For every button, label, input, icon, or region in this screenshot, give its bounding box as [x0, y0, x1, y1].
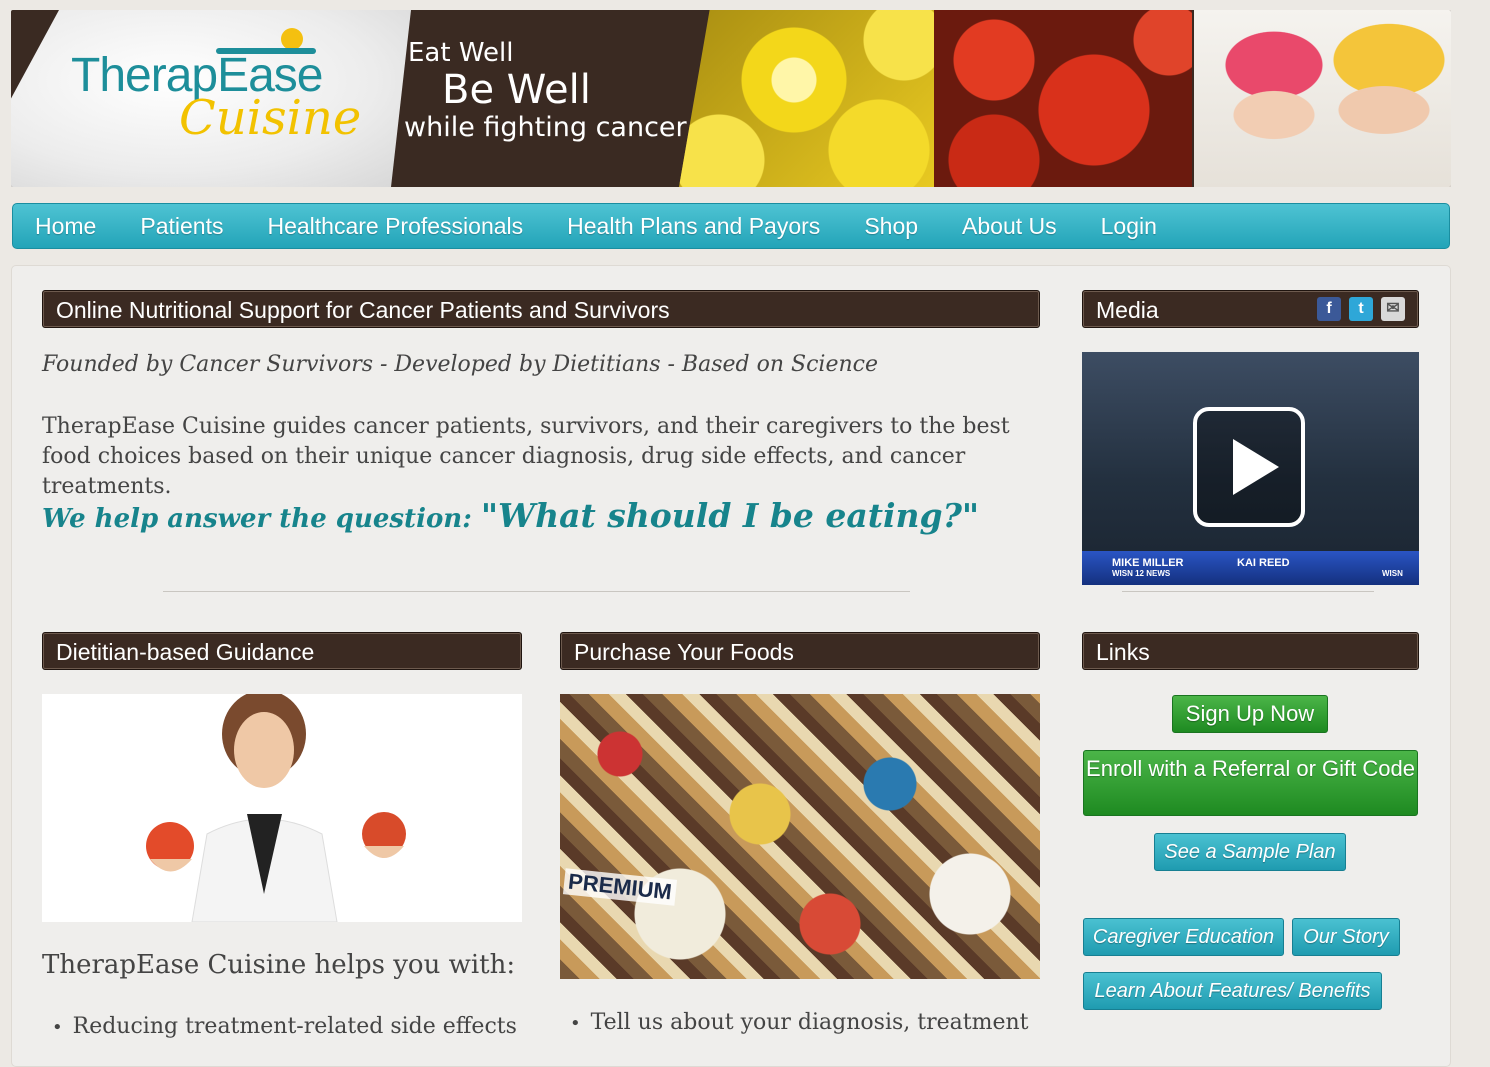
- enroll-button[interactable]: Enroll with a Referral or Gift Code: [1083, 750, 1418, 816]
- features-benefits-button[interactable]: Learn About Features/ Benefits: [1083, 972, 1382, 1010]
- video-logo: WISN: [1382, 569, 1403, 578]
- nav-health-plans[interactable]: Health Plans and Payors: [567, 213, 820, 240]
- dietitian-photo: [42, 694, 522, 922]
- video-lower-third: MIKE MILLER KAI REED WISN 12 NEWS WISN: [1082, 551, 1419, 585]
- lemons-image: [679, 10, 934, 187]
- media-divider: [1122, 591, 1374, 592]
- tagline-fighting: while fighting cancer: [404, 112, 687, 143]
- email-icon[interactable]: ✉: [1381, 297, 1405, 321]
- nav-login[interactable]: Login: [1101, 213, 1157, 240]
- tagline-be-well: Be Well: [442, 67, 591, 113]
- nav-about-us[interactable]: About Us: [962, 213, 1057, 240]
- question-main: "What should I be eating?": [480, 496, 980, 535]
- nav-patients[interactable]: Patients: [140, 213, 223, 240]
- guidance-heading: Dietitian-based Guidance: [42, 632, 522, 670]
- sample-plan-button[interactable]: See a Sample Plan: [1154, 833, 1346, 871]
- purchase-heading: Purchase Your Foods: [560, 632, 1040, 670]
- video-name-1: MIKE MILLER: [1112, 557, 1184, 569]
- logo-swoosh: [216, 48, 316, 54]
- guidance-bullet: Reducing treatment-related side effects: [52, 1014, 517, 1039]
- sun-icon: [281, 28, 303, 50]
- helps-title: TherapEase Cuisine helps you with:: [42, 950, 516, 980]
- twitter-icon[interactable]: t: [1349, 297, 1373, 321]
- nav-shop[interactable]: Shop: [864, 213, 918, 240]
- caregiver-education-button[interactable]: Caregiver Education: [1083, 918, 1284, 956]
- main-heading: Online Nutritional Support for Cancer Pa…: [42, 290, 1040, 328]
- question-line: We help answer the question: "What shoul…: [42, 496, 979, 535]
- tomatoes-image: [934, 10, 1192, 187]
- founded-line: Founded by Cancer Survivors - Developed …: [42, 352, 878, 377]
- foods-image-label: PREMIUM: [562, 868, 677, 906]
- intro-text: TherapEase Cuisine guides cancer patient…: [42, 414, 1010, 499]
- sign-up-button[interactable]: Sign Up Now: [1172, 695, 1328, 733]
- media-title: Media: [1096, 297, 1159, 323]
- links-heading: Links: [1082, 632, 1419, 670]
- nav-healthcare-professionals[interactable]: Healthcare Professionals: [267, 213, 523, 240]
- tagline-eat-well: Eat Well: [408, 38, 514, 68]
- survivors-photo: [1194, 10, 1451, 187]
- video-station: WISN 12 NEWS: [1112, 569, 1171, 578]
- question-lead: We help answer the question:: [42, 504, 481, 534]
- purchase-bullet: Tell us about your diagnosis, treatment: [570, 1010, 1029, 1035]
- media-video[interactable]: MIKE MILLER KAI REED WISN 12 NEWS WISN: [1082, 352, 1419, 585]
- logo-panel[interactable]: TherapEase Cuisine: [11, 10, 411, 187]
- dietitian-illustration: [146, 694, 406, 922]
- main-nav: Home Patients Healthcare Professionals H…: [12, 203, 1450, 249]
- foods-photo: PREMIUM: [560, 694, 1040, 979]
- play-icon[interactable]: [1193, 407, 1305, 527]
- nav-home[interactable]: Home: [35, 213, 96, 240]
- video-name-2: KAI REED: [1237, 557, 1290, 569]
- logo-subtext: Cuisine: [179, 90, 362, 146]
- header-banner: TherapEase Cuisine Eat Well Be Well whil…: [11, 10, 1451, 187]
- divider: [163, 591, 910, 592]
- facebook-icon[interactable]: f: [1317, 297, 1341, 321]
- our-story-button[interactable]: Our Story: [1292, 918, 1400, 956]
- tagline: Eat Well Be Well while fighting cancer: [404, 38, 687, 143]
